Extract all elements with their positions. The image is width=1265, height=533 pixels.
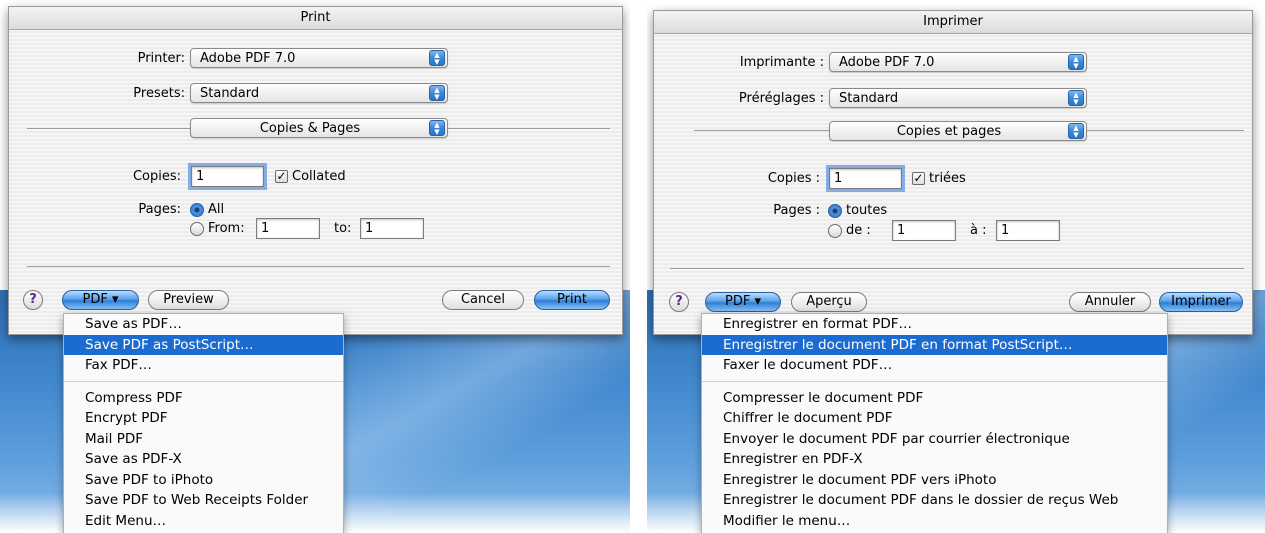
menu-item-edit-menu[interactable]: Edit Menu… bbox=[64, 511, 343, 532]
menu-item-save-pdf-as-postscript[interactable]: Enregistrer le document PDF en format Po… bbox=[702, 334, 1167, 355]
section-value: Copies et pages bbox=[896, 124, 1002, 139]
checkmark-icon: ✓ bbox=[276, 169, 287, 183]
dialog-title: Imprimer bbox=[654, 11, 1252, 34]
pages-label: Pages: bbox=[138, 202, 181, 217]
print-dialog: Imprimer Imprimante : Adobe PDF 7.0 ▲ ▼ P… bbox=[653, 10, 1253, 335]
menu-item-save-as-pdf[interactable]: Save as PDF… bbox=[64, 314, 343, 335]
up-down-arrows-icon: ▲ ▼ bbox=[429, 85, 445, 101]
menu-item-fax-pdf[interactable]: Fax PDF… bbox=[64, 355, 343, 376]
pages-from-radio[interactable] bbox=[190, 222, 204, 236]
section-value: Copies & Pages bbox=[259, 121, 361, 136]
preview-button[interactable]: Preview bbox=[148, 290, 229, 310]
pages-to-field[interactable]: 1 bbox=[996, 220, 1060, 241]
menu-item-compress-pdf[interactable]: Compress PDF bbox=[64, 388, 343, 409]
presets-value: Standard bbox=[839, 91, 899, 106]
pages-from-label: de : bbox=[846, 223, 871, 238]
menu-item-fax-pdf[interactable]: Faxer le document PDF… bbox=[702, 355, 1167, 376]
menu-item-save-as-pdf[interactable]: Enregistrer en format PDF… bbox=[702, 314, 1167, 335]
collated-checkbox[interactable]: ✓ bbox=[912, 172, 925, 185]
pages-all-label: All bbox=[208, 202, 225, 217]
pages-label: Pages : bbox=[773, 203, 820, 218]
printer-value: Adobe PDF 7.0 bbox=[200, 51, 296, 66]
help-icon[interactable]: ? bbox=[23, 290, 43, 310]
preview-button[interactable]: Aperçu bbox=[791, 292, 867, 312]
menu-item-save-pdf-to-web-receipts[interactable]: Enregistrer le document PDF dans le doss… bbox=[702, 490, 1167, 511]
presets-popup[interactable]: Standard ▲ ▼ bbox=[190, 83, 448, 103]
copies-label: Copies : bbox=[767, 171, 820, 186]
english-print-panel: Print Printer: Adobe PDF 7.0 ▲ ▼ Presets:… bbox=[0, 0, 630, 533]
menu-item-save-as-pdf-x[interactable]: Enregistrer en PDF-X bbox=[702, 449, 1167, 470]
printer-popup[interactable]: Adobe PDF 7.0 ▲ ▼ bbox=[190, 48, 448, 68]
printer-value: Adobe PDF 7.0 bbox=[839, 55, 935, 70]
copies-field[interactable]: 1 bbox=[188, 163, 267, 190]
pages-from-label: From: bbox=[208, 221, 245, 236]
printer-popup[interactable]: Adobe PDF 7.0 ▲ ▼ bbox=[829, 52, 1087, 72]
help-icon[interactable]: ? bbox=[669, 292, 689, 312]
pdf-menu-button[interactable]: PDF ▾ bbox=[62, 290, 139, 310]
pages-to-label: à : bbox=[970, 223, 987, 238]
up-down-arrows-icon: ▲ ▼ bbox=[429, 120, 445, 136]
up-down-arrows-icon: ▲ ▼ bbox=[429, 50, 445, 66]
menu-item-save-pdf-to-web-receipts[interactable]: Save PDF to Web Receipts Folder bbox=[64, 490, 343, 511]
pages-from-field[interactable]: 1 bbox=[892, 220, 956, 241]
section-divider-right bbox=[448, 128, 610, 129]
french-print-panel: Imprimer Imprimante : Adobe PDF 7.0 ▲ ▼ P… bbox=[647, 0, 1265, 533]
up-down-arrows-icon: ▲ ▼ bbox=[1068, 90, 1084, 106]
menu-item-compress-pdf[interactable]: Compresser le document PDF bbox=[702, 388, 1167, 409]
presets-label: Presets: bbox=[133, 86, 185, 101]
print-button[interactable]: Print bbox=[534, 290, 610, 310]
section-popup[interactable]: Copies & Pages ▲ ▼ bbox=[190, 118, 448, 138]
checkmark-icon: ✓ bbox=[913, 171, 924, 185]
print-button[interactable]: Imprimer bbox=[1159, 292, 1243, 312]
menu-item-mail-pdf[interactable]: Mail PDF bbox=[64, 429, 343, 450]
up-down-arrows-icon: ▲ ▼ bbox=[1068, 123, 1084, 139]
up-down-arrows-icon: ▲ ▼ bbox=[1068, 54, 1084, 70]
menu-item-save-pdf-to-iphoto[interactable]: Save PDF to iPhoto bbox=[64, 470, 343, 491]
pages-from-radio[interactable] bbox=[828, 224, 842, 238]
cancel-button[interactable]: Cancel bbox=[442, 290, 524, 310]
menu-item-encrypt-pdf[interactable]: Chiffrer le document PDF bbox=[702, 408, 1167, 429]
section-popup[interactable]: Copies et pages ▲ ▼ bbox=[829, 121, 1087, 141]
dialog-title: Print bbox=[9, 7, 622, 30]
printer-label: Imprimante : bbox=[739, 55, 824, 70]
presets-value: Standard bbox=[200, 86, 260, 101]
section-divider-left bbox=[27, 128, 190, 129]
copies-label: Copies: bbox=[132, 169, 181, 184]
collated-label: triées bbox=[929, 171, 966, 186]
pages-to-field[interactable]: 1 bbox=[360, 218, 424, 239]
collated-checkbox[interactable]: ✓ bbox=[275, 170, 288, 183]
print-dialog: Print Printer: Adobe PDF 7.0 ▲ ▼ Presets:… bbox=[8, 6, 623, 335]
menu-item-edit-menu[interactable]: Modifier le menu… bbox=[702, 511, 1167, 532]
menu-separator bbox=[702, 380, 1167, 382]
bottom-divider bbox=[27, 266, 610, 267]
pdf-menu: Save as PDF… Save PDF as PostScript… Fax… bbox=[63, 313, 344, 533]
section-divider-left bbox=[694, 130, 829, 131]
menu-separator bbox=[64, 380, 343, 382]
printer-label: Printer: bbox=[137, 51, 185, 66]
menu-item-encrypt-pdf[interactable]: Encrypt PDF bbox=[64, 408, 343, 429]
collated-label: Collated bbox=[292, 169, 346, 184]
pdf-menu: Enregistrer en format PDF… Enregistrer l… bbox=[701, 313, 1168, 533]
pages-to-label: to: bbox=[334, 221, 352, 236]
section-divider-right bbox=[1087, 130, 1244, 131]
menu-item-save-pdf-as-postscript[interactable]: Save PDF as PostScript… bbox=[64, 334, 343, 355]
pages-from-field[interactable]: 1 bbox=[256, 218, 320, 239]
presets-label: Préréglages : bbox=[738, 91, 824, 106]
presets-popup[interactable]: Standard ▲ ▼ bbox=[829, 88, 1087, 108]
pages-all-radio[interactable] bbox=[190, 203, 204, 217]
copies-field[interactable]: 1 bbox=[826, 165, 905, 192]
pages-all-radio[interactable] bbox=[828, 204, 842, 218]
menu-item-save-as-pdf-x[interactable]: Save as PDF-X bbox=[64, 449, 343, 470]
pdf-menu-button[interactable]: PDF ▾ bbox=[705, 292, 781, 312]
cancel-button[interactable]: Annuler bbox=[1069, 292, 1151, 312]
menu-item-save-pdf-to-iphoto[interactable]: Enregistrer le document PDF vers iPhoto bbox=[702, 470, 1167, 491]
bottom-divider bbox=[670, 268, 1244, 269]
pages-all-label: toutes bbox=[846, 203, 888, 218]
menu-item-mail-pdf[interactable]: Envoyer le document PDF par courrier éle… bbox=[702, 429, 1167, 450]
